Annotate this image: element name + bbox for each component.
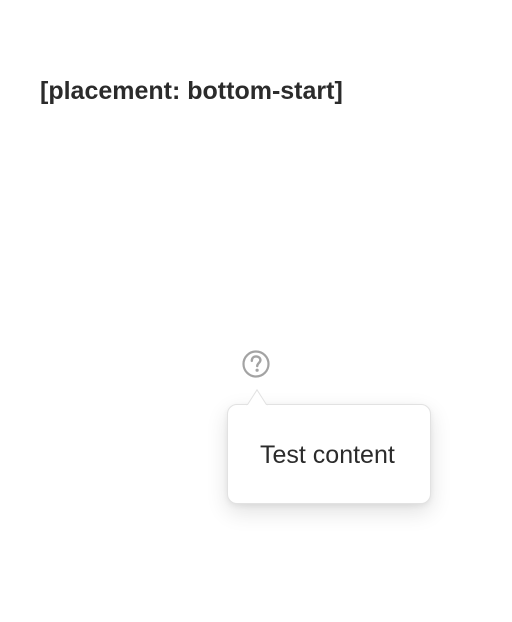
help-trigger-button[interactable] [240,348,272,380]
popover-arrow [246,388,268,407]
popover: Test content [227,388,431,504]
popover-content: Test content [260,441,395,469]
help-circle-icon [242,350,270,378]
page-heading: [placement: bottom-start] [40,77,343,105]
